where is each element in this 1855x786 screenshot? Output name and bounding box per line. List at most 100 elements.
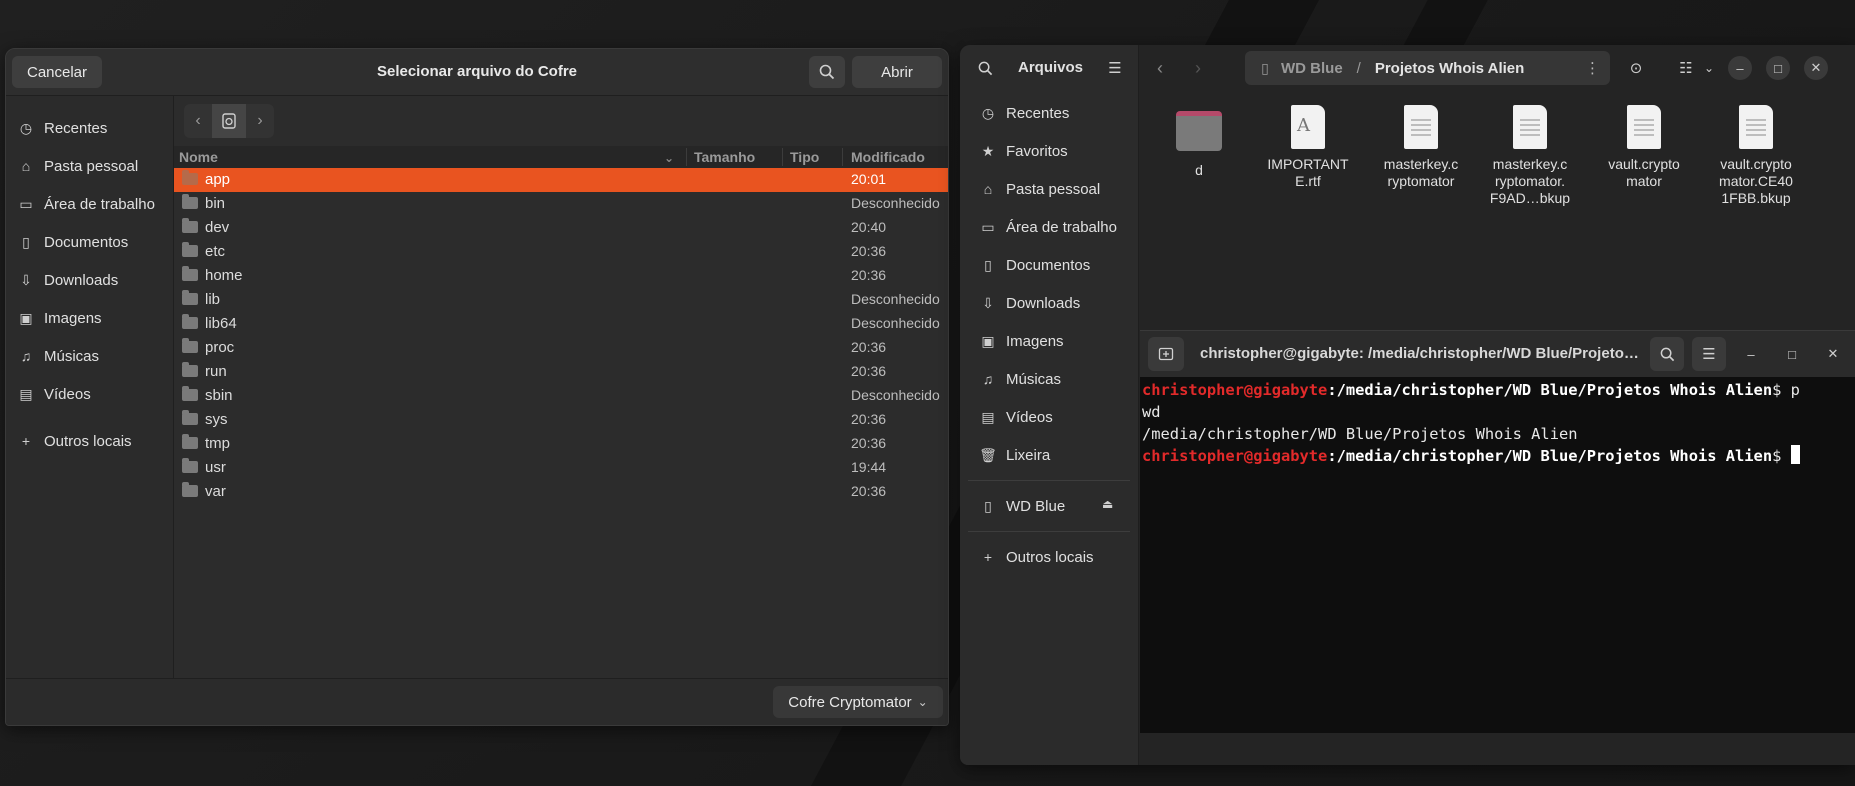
file-row[interactable]: home 20:36 xyxy=(174,264,948,288)
close-button[interactable]: ✕ xyxy=(1804,56,1828,80)
search-icon xyxy=(819,64,835,80)
maximize-button[interactable]: □ xyxy=(1780,342,1804,366)
back-button[interactable]: ‹ xyxy=(184,104,212,138)
maximize-button[interactable]: □ xyxy=(1766,56,1790,80)
column-modified[interactable]: Modificado xyxy=(851,149,925,165)
file-modified: 20:36 xyxy=(851,267,887,283)
file-item-vault-backup[interactable]: vault.crypto mator.CE40 1FBB.bkup xyxy=(1708,105,1804,207)
search-button[interactable] xyxy=(809,56,845,88)
file-row[interactable]: lib64 Desconhecido xyxy=(174,312,948,336)
folder-icon xyxy=(182,314,198,329)
sidebar-item-videos[interactable]: ▤ Vídeos xyxy=(18,382,90,406)
file-row[interactable]: tmp 20:36 xyxy=(174,432,948,456)
eject-icon[interactable]: ⏏ xyxy=(1102,497,1113,511)
file-modified: 20:40 xyxy=(851,219,887,235)
sidebar-item-recentes[interactable]: ◷ Recentes xyxy=(18,116,107,140)
column-name[interactable]: Nome xyxy=(179,149,218,165)
file-modified: Desconhecido xyxy=(851,387,940,403)
file-name: var xyxy=(205,483,226,500)
file-row[interactable]: bin Desconhecido xyxy=(174,192,948,216)
forward-button[interactable]: › xyxy=(246,104,274,138)
sidebar-item-recentes[interactable]: ◷ Recentes xyxy=(980,101,1069,125)
sidebar-item-outros-locais[interactable]: + Outros locais xyxy=(980,545,1094,569)
file-row[interactable]: dev 20:40 xyxy=(174,216,948,240)
sidebar-item-documentos[interactable]: ▯ Documentos xyxy=(18,230,128,254)
column-size[interactable]: Tamanho xyxy=(694,149,755,165)
sidebar-item-videos[interactable]: ▤ Vídeos xyxy=(980,405,1052,429)
search-icon xyxy=(1660,347,1674,361)
file-row[interactable]: sys 20:36 xyxy=(174,408,948,432)
file-item-folder[interactable]: d xyxy=(1151,109,1247,179)
file-name: proc xyxy=(205,339,235,356)
new-tab-button[interactable] xyxy=(1148,337,1184,371)
sidebar-item-label: Músicas xyxy=(1006,370,1062,388)
clock-icon: ◷ xyxy=(19,119,33,136)
files-menu-button[interactable]: ☰ xyxy=(1098,51,1132,85)
terminal-menu-button[interactable]: ☰ xyxy=(1692,337,1726,371)
desktop-icon: ▭ xyxy=(981,218,995,235)
column-type[interactable]: Tipo xyxy=(790,149,819,165)
sidebar-item-pasta-pessoal[interactable]: ⌂ Pasta pessoal xyxy=(980,177,1100,201)
prompt-user: christopher@gigabyte xyxy=(1142,447,1328,465)
sidebar-item-downloads[interactable]: ⇩ Downloads xyxy=(18,268,118,292)
sidebar-item-imagens[interactable]: ▣ Imagens xyxy=(980,329,1064,353)
open-button[interactable]: Abrir xyxy=(852,56,942,88)
minimize-button[interactable]: – xyxy=(1728,56,1752,80)
sidebar-item-lixeira[interactable]: 🗑︎ Lixeira xyxy=(979,443,1050,467)
file-row[interactable]: etc 20:36 xyxy=(174,240,948,264)
file-row[interactable]: var 20:36 xyxy=(174,480,948,504)
sidebar-item-area-de-trabalho[interactable]: ▭ Área de trabalho xyxy=(18,192,155,216)
drive-icon: ▯ xyxy=(984,497,992,514)
location-current-folder[interactable]: Projetos Whois Alien xyxy=(1375,60,1524,77)
file-row[interactable]: lib Desconhecido xyxy=(174,288,948,312)
sidebar-item-favoritos[interactable]: ★ Favoritos xyxy=(980,139,1068,163)
file-row[interactable]: sbin Desconhecido xyxy=(174,384,948,408)
folder-icon xyxy=(182,482,198,497)
file-item-label: masterkey.c ryptomator xyxy=(1383,156,1459,189)
sidebar-item-area-de-trabalho[interactable]: ▭ Área de trabalho xyxy=(980,215,1117,239)
view-toggle-button[interactable]: ⊙ xyxy=(1619,51,1653,85)
terminal-output[interactable]: christopher@gigabyte :/media/christopher/… xyxy=(1142,377,1855,733)
file-item-masterkey-backup[interactable]: masterkey.c ryptomator. F9AD…bkup xyxy=(1482,105,1578,207)
chevron-right-icon: › xyxy=(257,112,263,129)
column-header: Nome ⌄ Tamanho Tipo Modificado xyxy=(174,146,948,168)
sidebar-item-imagens[interactable]: ▣ Imagens xyxy=(18,306,101,330)
location-root[interactable]: WD Blue xyxy=(1281,60,1343,77)
back-button[interactable]: ‹ xyxy=(1143,51,1177,85)
sidebar-item-musicas[interactable]: ♫ Músicas xyxy=(18,344,99,368)
prompt-path: :/media/christopher/WD Blue/Projetos Who… xyxy=(1327,381,1773,399)
sidebar-item-musicas[interactable]: ♫ Músicas xyxy=(980,367,1061,391)
sidebar-item-downloads[interactable]: ⇩ Downloads xyxy=(980,291,1080,315)
view-options-button[interactable]: ⌄ xyxy=(1697,51,1721,85)
sidebar-item-outros-locais[interactable]: + Outros locais xyxy=(18,429,132,453)
forward-button[interactable]: › xyxy=(1181,51,1215,85)
file-filter-dropdown[interactable]: Cofre Cryptomator ⌄ xyxy=(773,686,943,718)
terminal-search-button[interactable] xyxy=(1650,337,1684,371)
minimize-button[interactable]: – xyxy=(1739,342,1763,366)
file-row[interactable]: run 20:36 xyxy=(174,360,948,384)
file-item-rtf[interactable]: A IMPORTANT E.rtf xyxy=(1260,105,1356,190)
file-item-label: vault.crypto mator.CE40 1FBB.bkup xyxy=(1719,156,1793,206)
kebab-menu-icon[interactable]: ⋮ xyxy=(1585,59,1600,77)
file-row[interactable]: proc 20:36 xyxy=(174,336,948,360)
music-icon: ♫ xyxy=(20,348,32,364)
sidebar-item-wd-blue[interactable]: ▯ WD Blue xyxy=(980,494,1065,518)
hamburger-menu-icon: ☰ xyxy=(1702,346,1716,363)
sidebar-item-documentos[interactable]: ▯ Documentos xyxy=(980,253,1090,277)
files-search-button[interactable] xyxy=(968,51,1002,85)
file-row[interactable]: app 20:01 xyxy=(174,168,948,192)
file-modified: 20:36 xyxy=(851,411,887,427)
document-icon: ▯ xyxy=(984,256,992,273)
sidebar-item-label: Downloads xyxy=(1006,294,1081,312)
drive-icon: ▯ xyxy=(1261,59,1269,76)
path-root-button[interactable] xyxy=(212,104,246,138)
file-item-vault[interactable]: vault.crypto mator xyxy=(1596,105,1692,190)
location-bar[interactable]: ▯ WD Blue / Projetos Whois Alien ⋮ xyxy=(1245,51,1610,85)
dialog-header: Cancelar Selecionar arquivo do Cofre Abr… xyxy=(6,49,948,96)
sidebar-item-label: Músicas xyxy=(44,347,100,365)
sidebar-item-label: Imagens xyxy=(1006,332,1064,350)
sidebar-item-pasta-pessoal[interactable]: ⌂ Pasta pessoal xyxy=(18,154,138,178)
file-item-masterkey[interactable]: masterkey.c ryptomator xyxy=(1373,105,1469,190)
file-row[interactable]: usr 19:44 xyxy=(174,456,948,480)
close-button[interactable]: ✕ xyxy=(1821,342,1845,366)
